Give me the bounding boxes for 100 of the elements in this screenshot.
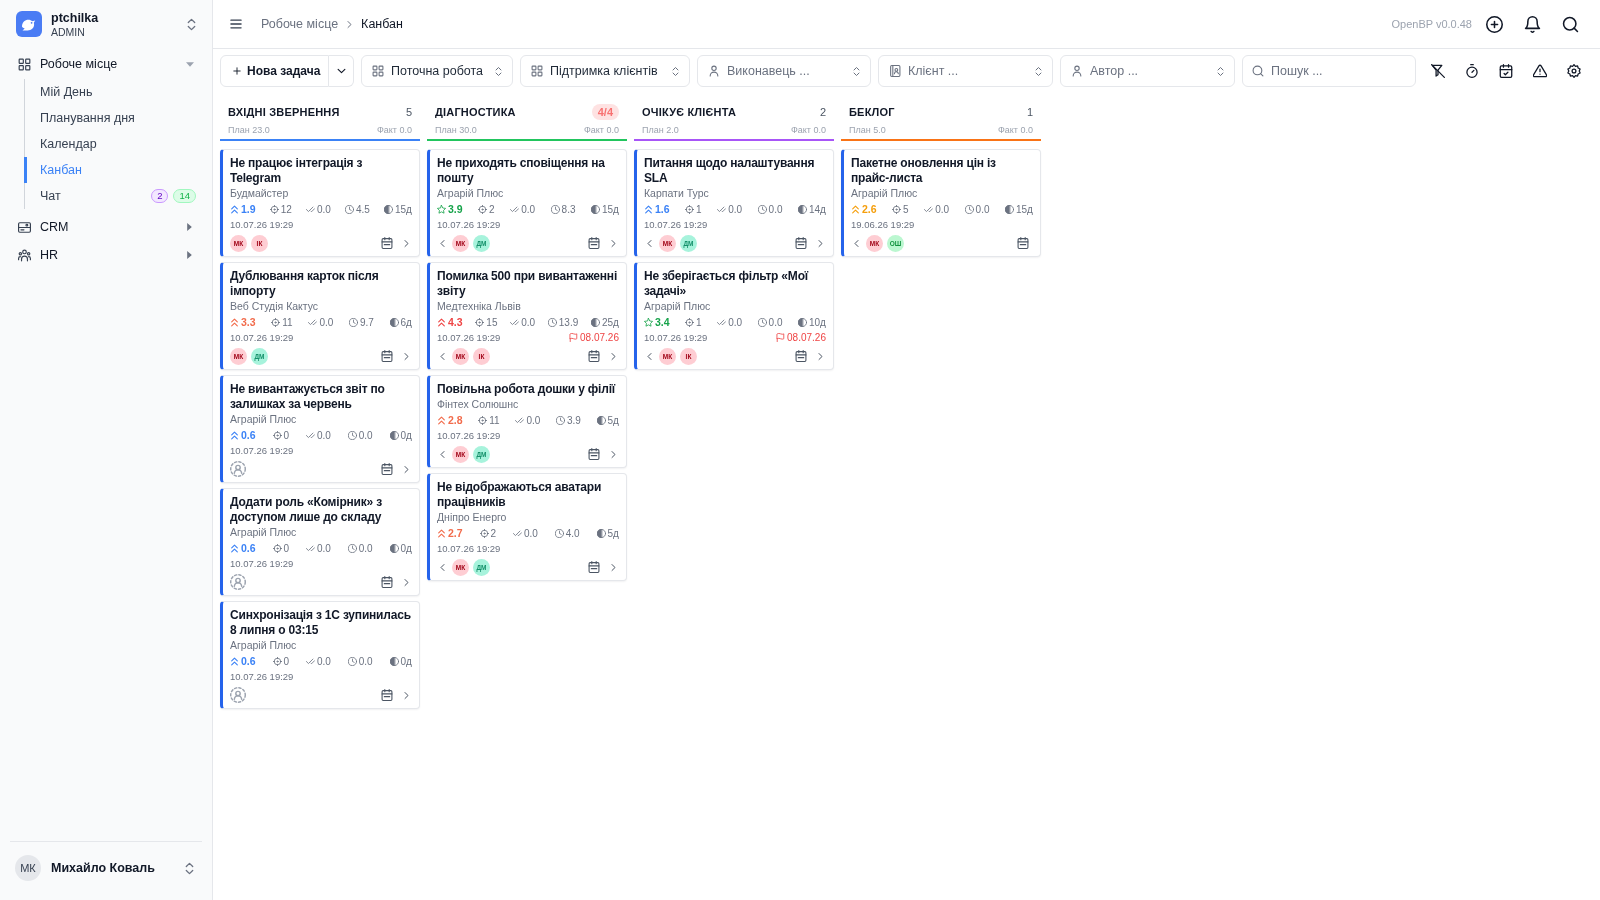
bell-icon[interactable] xyxy=(1524,15,1541,33)
metric-value: 3.9 xyxy=(566,414,581,426)
menu-icon[interactable] xyxy=(228,17,244,31)
calendar-icon[interactable] xyxy=(381,463,393,475)
nav-item[interactable]: Мій День xyxy=(24,79,202,105)
chevron-right-icon[interactable] xyxy=(404,690,409,700)
chevrons-up-down-icon xyxy=(853,65,860,77)
assignee-select[interactable]: Виконавець ... xyxy=(697,55,871,87)
metric-value: 5 xyxy=(903,203,909,215)
task-title: Помилка 500 при вивантаженні звіту xyxy=(437,269,619,299)
workspace-role: ADMIN xyxy=(51,25,85,38)
nav-group[interactable]: CRM xyxy=(10,213,202,241)
nav-item[interactable]: Календар xyxy=(24,131,202,157)
task-card[interactable]: Додати роль «Комірник» з доступом лише до складу Аграрій Плюс 0.6 0 0.0 0.0 0д 10.07.26 19:29 xyxy=(220,488,420,596)
nav-item[interactable]: Чат 2 14 xyxy=(24,183,202,209)
chevron-right-icon[interactable] xyxy=(404,351,409,361)
chevrons-up-down-icon[interactable] xyxy=(187,17,196,31)
calendar-icon[interactable] xyxy=(795,237,807,249)
client-name: Медтехніка Львів xyxy=(437,299,522,313)
chevrons-up-down-icon[interactable] xyxy=(185,861,194,875)
chevron-left-icon[interactable] xyxy=(440,351,445,361)
user-icon xyxy=(1071,65,1083,77)
double-check-icon xyxy=(510,317,520,327)
metric-value: 0 xyxy=(283,655,290,667)
target-icon xyxy=(272,543,282,553)
plan-total: План 30.0 xyxy=(435,124,477,136)
chevron-right-icon[interactable] xyxy=(404,238,409,248)
calendar-icon[interactable] xyxy=(381,237,393,249)
priority-score: 3.3 xyxy=(241,316,256,328)
metric-value: 0.0 xyxy=(319,316,334,328)
client-select[interactable]: Клієнт ... xyxy=(878,55,1053,87)
chevron-left-icon[interactable] xyxy=(647,351,652,361)
metric-value: 0.0 xyxy=(316,655,331,667)
double-check-icon xyxy=(305,430,315,440)
calendar-icon[interactable] xyxy=(795,350,807,362)
chevron-right-icon[interactable] xyxy=(611,351,616,361)
chevron-right-icon[interactable] xyxy=(818,351,823,361)
calendar-icon[interactable] xyxy=(1017,237,1029,249)
warning-icon[interactable] xyxy=(1533,64,1547,78)
calendar-icon[interactable] xyxy=(588,448,600,460)
priority-score: 4.3 xyxy=(448,316,463,328)
client-name: Аграрій Плюс xyxy=(230,525,298,539)
task-card[interactable]: Синхронізація з 1С зупинилась 8 липня о 03:15 Аграрій Плюс 0.6 0 0.0 0.0 0д 10.07.26 19:29 xyxy=(220,601,420,709)
metric-value: 8.3 xyxy=(561,203,576,215)
board-select[interactable]: Поточна робота xyxy=(361,55,513,87)
nav-group[interactable]: Робоче місце xyxy=(10,50,202,78)
chevron-right-icon[interactable] xyxy=(818,238,823,248)
settings-icon[interactable] xyxy=(1567,64,1581,78)
task-title: Синхронізація з 1С зупинилась 8 липня о 03:15 xyxy=(230,608,412,638)
calendar-icon[interactable] xyxy=(588,561,600,573)
chevron-down-icon xyxy=(336,68,346,74)
chevron-left-icon[interactable] xyxy=(647,238,652,248)
column-title: ДІАГНОСТИКА xyxy=(435,106,516,118)
chevron-left-icon[interactable] xyxy=(440,562,445,572)
chevron-left-icon[interactable] xyxy=(440,449,445,459)
filter-off-icon[interactable] xyxy=(1431,64,1445,78)
calendar-icon[interactable] xyxy=(588,237,600,249)
breadcrumb-link[interactable]: Робоче місце xyxy=(261,17,339,31)
chevron-right-icon[interactable] xyxy=(611,238,616,248)
search-icon[interactable] xyxy=(1562,15,1579,33)
calendar-icon[interactable] xyxy=(381,576,393,588)
chevron-right-icon[interactable] xyxy=(404,577,409,587)
fact-total: Факт 0.0 xyxy=(790,124,826,136)
plus-circle-icon[interactable] xyxy=(1486,15,1503,33)
metric-value: 15д xyxy=(395,203,412,215)
clock-icon xyxy=(347,430,357,440)
nav-item[interactable]: Канбан xyxy=(24,157,202,183)
metric-value: 9.7 xyxy=(359,316,374,328)
client-name: Веб Студія Кактус xyxy=(230,299,320,313)
author-select[interactable]: Автор ... xyxy=(1060,55,1235,87)
double-check-icon xyxy=(512,528,522,538)
column-title: ОЧІКУЄ КЛІЄНТА xyxy=(642,106,737,118)
created-date: 10.07.26 19:29 xyxy=(644,218,708,231)
calendar-icon[interactable] xyxy=(588,350,600,362)
chevron-right-icon[interactable] xyxy=(611,449,616,459)
timer-icon[interactable] xyxy=(1465,64,1479,78)
calendar-icon[interactable] xyxy=(381,689,393,701)
unassigned-user-icon xyxy=(230,574,246,590)
board-select[interactable]: Підтримка клієнтів xyxy=(520,55,690,87)
calendar-icon[interactable] xyxy=(381,350,393,362)
calendar-check-icon[interactable] xyxy=(1499,64,1513,78)
chevron-left-icon[interactable] xyxy=(854,238,859,248)
task-title: Не відображаються аватари працівників xyxy=(437,480,603,510)
nav-item[interactable]: Планування дня xyxy=(24,105,202,131)
chevron-right-icon[interactable] xyxy=(404,464,409,474)
nav-group[interactable]: HR xyxy=(10,241,202,269)
target-icon xyxy=(475,317,485,327)
new-task-button[interactable]: Нова задача xyxy=(220,55,329,87)
chevrons-up-down-icon xyxy=(672,65,679,77)
priority-score: 2.6 xyxy=(862,203,877,215)
priority-score: 0.6 xyxy=(241,429,256,441)
task-card[interactable]: Не вивантажується звіт по залишках за червень Аграрій Плюс 0.6 0 0.0 0.0 0д 10.07.26 19:29 xyxy=(220,375,420,483)
search-field[interactable]: Пошук ... xyxy=(1242,55,1416,87)
metric-value: 4.0 xyxy=(565,527,580,539)
priority-score: 3.4 xyxy=(655,316,670,328)
bird-logo-icon[interactable] xyxy=(16,11,42,37)
chevron-right-icon[interactable] xyxy=(611,562,616,572)
metric-value: 0.0 xyxy=(728,316,743,328)
metric-value: 4.5 xyxy=(355,203,370,215)
chevron-left-icon[interactable] xyxy=(440,238,445,248)
